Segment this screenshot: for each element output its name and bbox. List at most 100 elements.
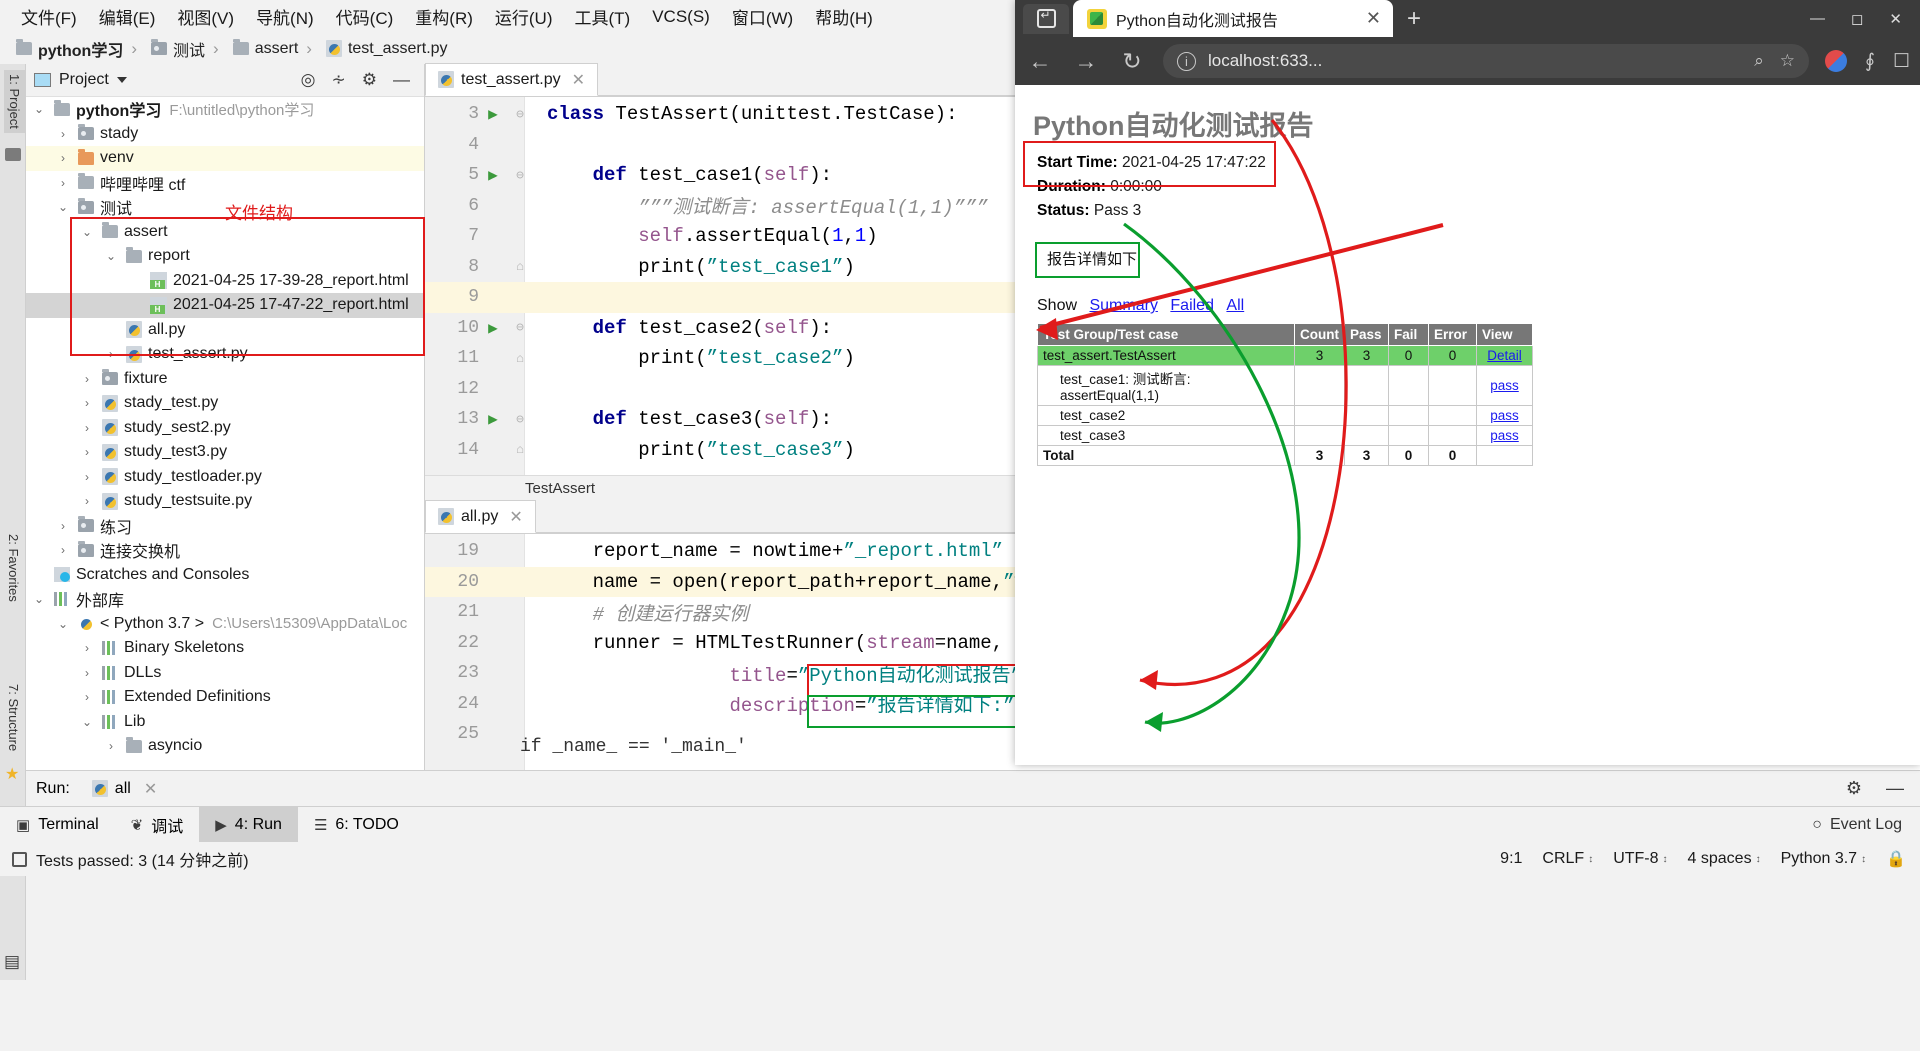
chevron-right-icon[interactable]: › — [80, 666, 94, 680]
fold-icon[interactable]: ⌂ — [507, 259, 533, 274]
collections-icon[interactable]: ∮ — [1865, 50, 1875, 73]
chevron-down-icon[interactable]: ⌄ — [104, 249, 118, 263]
menu-item-0[interactable]: 文件(F) — [10, 4, 88, 29]
run-gutter-icon[interactable]: ▶ — [479, 165, 507, 185]
status-item-3[interactable]: 4 spaces ↕ — [1688, 850, 1761, 868]
menu-item-8[interactable]: VCS(S) — [641, 7, 721, 27]
tree-row[interactable]: › venv — [26, 146, 424, 171]
reload-icon[interactable]: ↻ — [1117, 48, 1147, 75]
minimize-icon[interactable]: — — [393, 70, 410, 90]
address-bar[interactable]: i localhost:633... ⌕ ☆ — [1163, 44, 1810, 78]
gear-icon[interactable]: ⚙ — [362, 70, 377, 90]
arrow-right-icon[interactable]: → — [1071, 48, 1101, 75]
chevron-right-icon[interactable]: › — [80, 372, 94, 386]
menu-item-3[interactable]: 导航(N) — [245, 4, 325, 29]
chevron-right-icon[interactable]: › — [56, 176, 70, 190]
breadcrumb-item-3[interactable]: test_assert.py — [298, 39, 448, 59]
chevron-right-icon[interactable]: › — [56, 127, 70, 141]
show-link-summary[interactable]: Summary — [1089, 297, 1157, 314]
show-link-failed[interactable]: Failed — [1170, 297, 1214, 314]
chevron-right-icon[interactable]: › — [80, 421, 94, 435]
tree-row[interactable]: › Binary Skeletons — [26, 636, 424, 661]
menu-item-1[interactable]: 编辑(E) — [88, 4, 167, 29]
chevron-updown-icon[interactable]: ↕ — [1663, 854, 1668, 865]
chevron-right-icon[interactable]: › — [80, 641, 94, 655]
minimize-icon[interactable]: — — [1810, 10, 1825, 27]
chevron-down-icon[interactable]: ⌄ — [80, 225, 94, 239]
browser-tab-list-icon[interactable] — [1023, 3, 1069, 34]
tree-row[interactable]: ⌄ < Python 3.7 > C:\Users\15309\AppData\Lo… — [26, 612, 424, 637]
info-icon[interactable]: i — [1177, 51, 1196, 71]
rail-tab-favorites[interactable]: 2: Favorites — [6, 534, 21, 602]
status-item-4[interactable]: Python 3.7 ↕ — [1781, 850, 1867, 868]
chevron-updown-icon[interactable]: ↕ — [1756, 854, 1761, 865]
minimize-icon[interactable]: — — [1886, 778, 1904, 799]
fold-icon[interactable]: ⊖ — [507, 168, 533, 183]
tree-row[interactable]: ⌄ python学习 F:\untitled\python学习 — [26, 97, 424, 122]
tool-window-1[interactable]: ❦ 调试 — [115, 807, 200, 843]
tree-row[interactable]: › 连接交换机 — [26, 538, 424, 563]
chevron-right-icon[interactable]: › — [104, 347, 118, 361]
menu-item-2[interactable]: 视图(V) — [166, 4, 245, 29]
tree-row[interactable]: 2021-04-25 17-39-28_report.html — [26, 269, 424, 294]
chevron-right-icon[interactable]: › — [80, 470, 94, 484]
lock-icon[interactable]: 🔒 — [1886, 849, 1906, 869]
fold-icon[interactable]: ⌂ — [507, 442, 533, 457]
tree-row[interactable]: ⌄ report — [26, 244, 424, 269]
project-tree[interactable]: ⌄ python学习 F:\untitled\python学习 › stady › venv… — [26, 97, 424, 770]
chevron-right-icon[interactable]: › — [80, 494, 94, 508]
chevron-down-icon[interactable]: ⌄ — [80, 715, 94, 729]
rail-tab-project[interactable]: 1: Project — [4, 70, 25, 133]
tree-row[interactable]: ⌄ 外部库 — [26, 587, 424, 612]
menu-item-10[interactable]: 帮助(H) — [804, 4, 884, 29]
tree-row[interactable]: › study_testsuite.py — [26, 489, 424, 514]
pass-link[interactable]: pass — [1490, 428, 1519, 443]
tree-row[interactable]: › fixture — [26, 367, 424, 392]
tree-row[interactable]: › study_test3.py — [26, 440, 424, 465]
maximize-icon[interactable]: ◻ — [1851, 10, 1863, 28]
close-icon[interactable]: ✕ — [1889, 10, 1902, 28]
gear-icon[interactable]: ⚙ — [1846, 778, 1862, 799]
show-link-all[interactable]: All — [1226, 297, 1244, 314]
tree-row[interactable]: › Extended Definitions — [26, 685, 424, 710]
chevron-right-icon[interactable]: › — [56, 519, 70, 533]
favorites-star-icon[interactable]: ★ — [5, 764, 19, 784]
tree-row[interactable]: › DLLs — [26, 661, 424, 686]
tree-row[interactable]: › asyncio — [26, 734, 424, 759]
tree-row[interactable]: › stady — [26, 122, 424, 147]
arrow-left-icon[interactable]: ← — [1025, 48, 1055, 75]
editor-tab-test-assert[interactable]: test_assert.py ✕ — [425, 63, 599, 96]
menu-item-6[interactable]: 运行(U) — [484, 4, 564, 29]
tool-window-2[interactable]: ▶ 4: Run — [199, 806, 298, 843]
close-icon[interactable]: ✕ — [509, 507, 522, 527]
menu-item-4[interactable]: 代码(C) — [325, 4, 405, 29]
event-log-button[interactable]: ○ Event Log — [1812, 816, 1920, 834]
chevron-updown-icon[interactable]: ↕ — [1588, 854, 1593, 865]
chevron-right-icon[interactable]: › — [80, 445, 94, 459]
tree-row[interactable]: › test_assert.py — [26, 342, 424, 367]
breadcrumb-item-0[interactable]: python学习 — [16, 37, 123, 61]
tool-window-0[interactable]: ▣ Terminal — [0, 807, 115, 843]
star-add-icon[interactable]: ☆ — [1780, 51, 1795, 71]
chevron-down-icon[interactable] — [116, 77, 127, 83]
close-icon[interactable]: ✕ — [144, 779, 157, 799]
detail-link[interactable]: Detail — [1487, 348, 1522, 363]
tree-row[interactable]: › 练习 — [26, 514, 424, 539]
chevron-updown-icon[interactable]: ↕ — [1861, 854, 1866, 865]
chevron-down-icon[interactable]: ⌄ — [32, 102, 46, 116]
chevron-down-icon[interactable]: ⌄ — [56, 617, 70, 631]
fold-icon[interactable]: ⌂ — [507, 351, 533, 366]
tree-row[interactable]: 2021-04-25 17-47-22_report.html — [26, 293, 424, 318]
tree-row[interactable]: › study_testloader.py — [26, 465, 424, 490]
rail-bottom-icon[interactable]: ▤ — [4, 952, 20, 972]
pass-link[interactable]: pass — [1490, 378, 1519, 393]
fold-icon[interactable]: ⊖ — [507, 412, 533, 427]
chevron-right-icon[interactable]: › — [80, 690, 94, 704]
tree-row[interactable]: › stady_test.py — [26, 391, 424, 416]
run-gutter-icon[interactable]: ▶ — [479, 409, 507, 429]
run-gutter-icon[interactable]: ▶ — [479, 318, 507, 338]
tree-row[interactable]: all.py — [26, 318, 424, 343]
locate-icon[interactable]: ◎ — [301, 70, 316, 90]
status-item-0[interactable]: 9:1 — [1500, 850, 1522, 868]
tree-row[interactable]: ⌄ Lib — [26, 710, 424, 735]
